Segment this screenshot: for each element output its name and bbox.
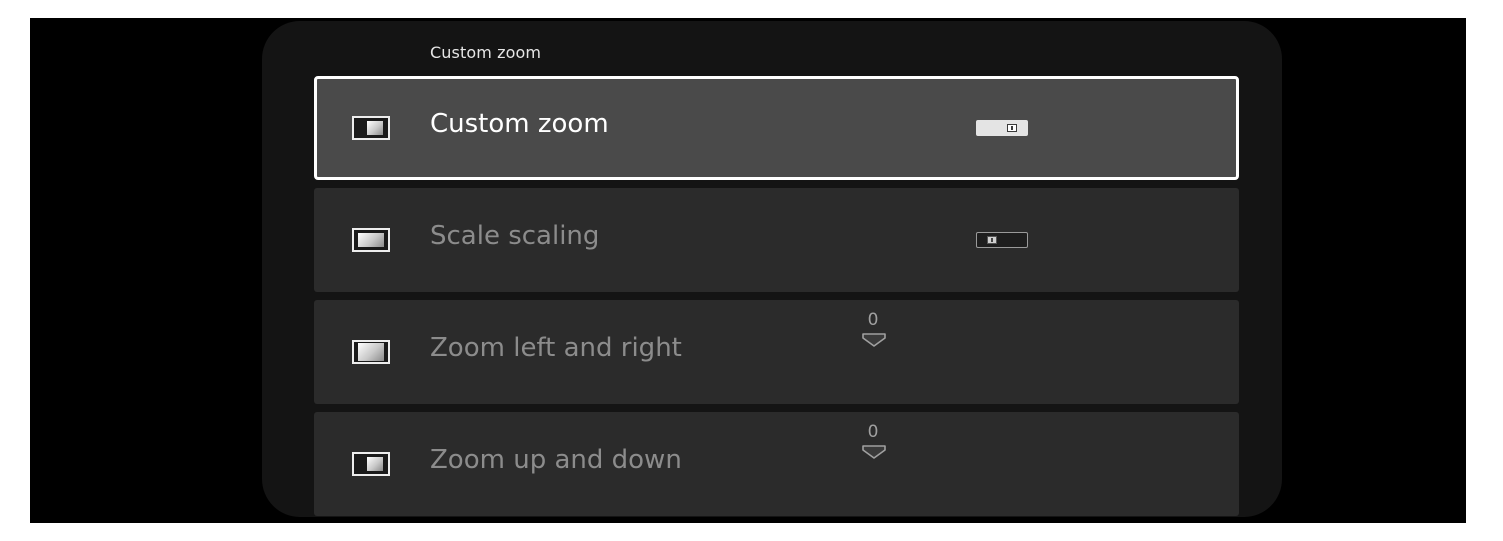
zoom-vertical-icon [352, 452, 390, 476]
chevron-down-icon[interactable] [862, 333, 886, 347]
zoom-horizontal-icon [352, 340, 390, 364]
screen-background: Custom zoom Custom zoom Scale scaling Zo… [30, 18, 1466, 523]
scale-scaling-icon [352, 228, 390, 252]
zoom-up-down-stepper[interactable]: 0 [862, 422, 902, 472]
zoom-left-right-value: 0 [867, 310, 879, 330]
custom-zoom-row[interactable]: Custom zoom [314, 76, 1239, 180]
chevron-down-icon[interactable] [862, 445, 886, 459]
zoom-left-right-stepper[interactable]: 0 [862, 310, 902, 360]
zoom-up-down-row[interactable]: Zoom up and down 0 [314, 412, 1239, 516]
scale-scaling-row[interactable]: Scale scaling [314, 188, 1239, 292]
scale-scaling-label: Scale scaling [430, 221, 600, 251]
custom-zoom-label: Custom zoom [430, 109, 609, 139]
custom-zoom-toggle[interactable] [976, 120, 1028, 136]
zoom-custom-icon [352, 116, 390, 140]
zoom-up-down-value: 0 [867, 422, 879, 442]
scale-scaling-toggle[interactable] [976, 232, 1028, 248]
zoom-left-right-row[interactable]: Zoom left and right 0 [314, 300, 1239, 404]
custom-zoom-panel: Custom zoom Custom zoom Scale scaling Zo… [262, 21, 1282, 517]
zoom-left-right-label: Zoom left and right [430, 333, 682, 363]
zoom-up-down-label: Zoom up and down [430, 445, 682, 475]
panel-title: Custom zoom [430, 43, 542, 62]
